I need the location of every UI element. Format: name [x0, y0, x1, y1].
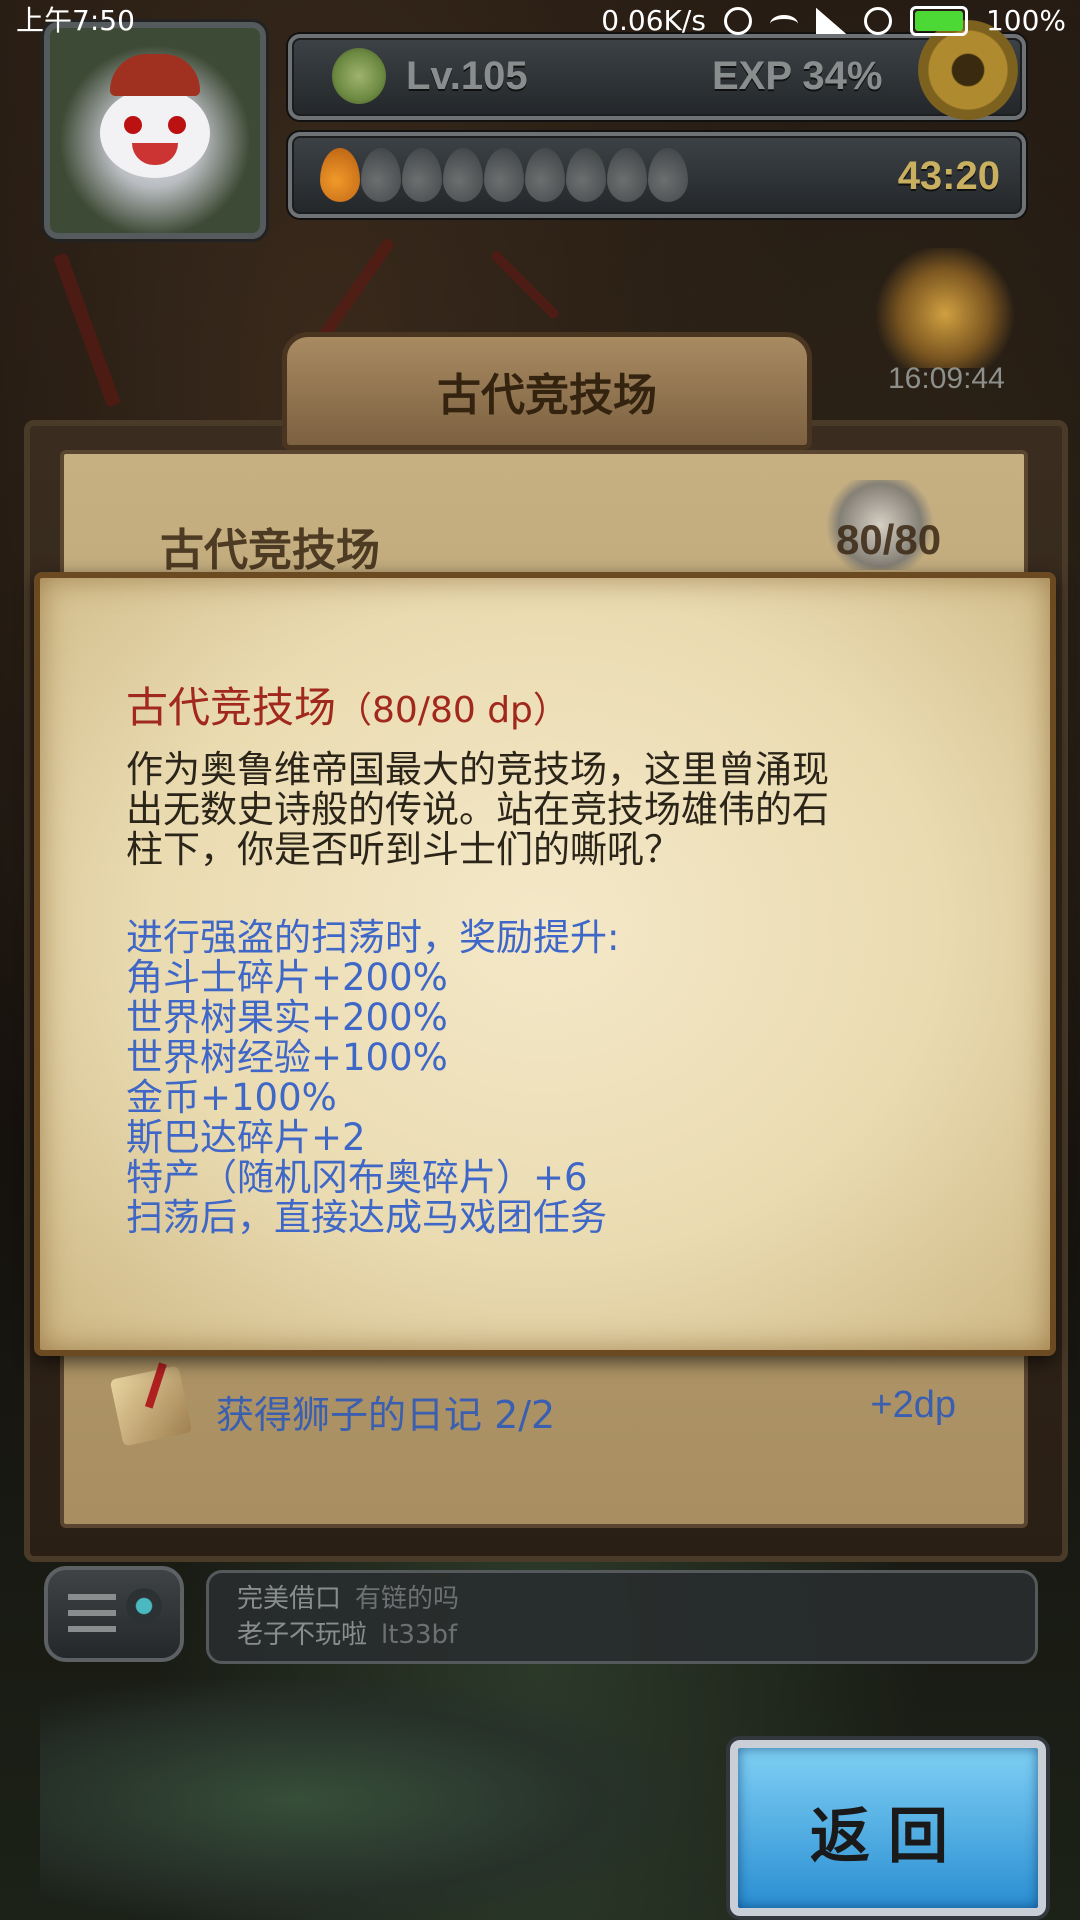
arena-info-dialog[interactable]: 古代竞技场（80/80 dp） 作为奥鲁维帝国最大的竞技场，这里曾涌现 出无数史…	[34, 572, 1056, 1356]
dialog-title: 古代竞技场（80/80 dp）	[126, 674, 569, 735]
dialog-description: 作为奥鲁维帝国最大的竞技场，这里曾涌现 出无数史诗般的传说。站在竞技场雄伟的石 …	[126, 750, 986, 870]
dialog-title-dp: （80/80 dp）	[336, 690, 569, 731]
description-line: 柱下，你是否听到斗士们的嘶吼？	[126, 828, 681, 871]
wifi-icon	[769, 15, 798, 33]
task-text: 获得狮子的日记 2/2	[216, 1393, 556, 1437]
back-button-label: 返回	[810, 1802, 966, 1872]
chat-name: 老子不玩啦	[237, 1620, 368, 1650]
carrot-icon	[443, 148, 483, 202]
menu-icon	[68, 1594, 116, 1634]
treasure-chest-icon[interactable]	[870, 248, 1020, 368]
task-row[interactable]: 获得狮子的日记 2/2 +2dp	[109, 1365, 956, 1452]
reward-line: 世界树果实+200%	[126, 996, 448, 1039]
arena-banner: 古代竞技场	[282, 332, 812, 450]
avatar-helmet	[110, 54, 200, 96]
chat-name: 完美借口	[237, 1584, 342, 1614]
chat-message: lt33bf	[381, 1620, 458, 1650]
battery-percent: 100%	[985, 4, 1066, 37]
description-line: 作为奥鲁维帝国最大的竞技场，这里曾涌现	[126, 748, 829, 791]
banner-title: 古代竞技场	[437, 370, 657, 421]
back-button[interactable]: 返回	[730, 1740, 1046, 1916]
carrot-icon	[648, 148, 688, 202]
network-speed: 0.06K/s	[601, 4, 706, 37]
level-bar: Lv.105 EXP 34%	[288, 34, 1026, 120]
status-bar: 上午7:50 0.06K/s 100%	[0, 0, 1080, 42]
dialog-rewards: 进行强盗的扫荡时，奖励提升: 角斗士碎片+200% 世界树果实+200% 世界树…	[126, 918, 619, 1238]
carrot-icon	[402, 148, 442, 202]
chat-line: 完美借口 有链的吗	[237, 1581, 459, 1617]
carrot-icon	[361, 148, 401, 202]
status-time: 上午7:50	[16, 4, 135, 37]
scroll-quill-icon	[109, 1365, 193, 1447]
world-tree-icon	[332, 48, 386, 104]
reward-line: 特产（随机冈布奥碎片）+6	[126, 1156, 588, 1199]
reward-line: 进行强盗的扫荡时，奖励提升:	[126, 916, 620, 959]
reward-line: 角斗士碎片+200%	[126, 956, 448, 999]
player-avatar[interactable]	[44, 22, 266, 239]
chat-box[interactable]: 完美借口 有链的吗 老子不玩啦 lt33bf	[206, 1570, 1038, 1664]
level-label: Lv.105	[406, 54, 528, 98]
battery-icon	[909, 6, 968, 36]
status-icons: 0.06K/s 100%	[601, 0, 1066, 42]
chat-message: 有链的吗	[355, 1584, 460, 1614]
reward-line: 世界树经验+100%	[126, 1036, 448, 1079]
carrot-icon	[484, 148, 524, 202]
chat-line: 老子不玩啦 lt33bf	[237, 1617, 457, 1653]
carrot-icon	[607, 148, 647, 202]
description-line: 出无数史诗般的传说。站在竞技场雄伟的石	[126, 788, 829, 831]
signal-icon	[815, 8, 846, 34]
task-reward: +2dp	[870, 1384, 956, 1426]
radio-icon	[126, 1588, 162, 1624]
carrot-icon	[525, 148, 565, 202]
event-clock: 16:09:44	[888, 362, 1005, 395]
alarm-icon	[723, 7, 752, 35]
exp-label: EXP 34%	[712, 54, 883, 98]
avatar-face	[100, 88, 210, 178]
town-map	[40, 1680, 680, 1920]
reward-line: 扫荡后，直接达成马戏团任务	[126, 1196, 607, 1239]
panel-count: 80/80	[836, 516, 942, 563]
reward-line: 金币+100%	[126, 1076, 337, 1119]
energy-timer: 43:20	[897, 154, 1000, 198]
panel-title: 古代竞技场	[160, 525, 380, 576]
energy-bar: 43:20	[288, 132, 1026, 218]
reward-line: 斯巴达碎片+2	[126, 1116, 366, 1159]
carrot-icon	[566, 148, 606, 202]
carrot-icon	[320, 148, 360, 202]
chat-menu-button[interactable]	[44, 1566, 184, 1662]
dialog-title-text: 古代竞技场	[126, 683, 337, 732]
charging-icon	[863, 7, 892, 35]
